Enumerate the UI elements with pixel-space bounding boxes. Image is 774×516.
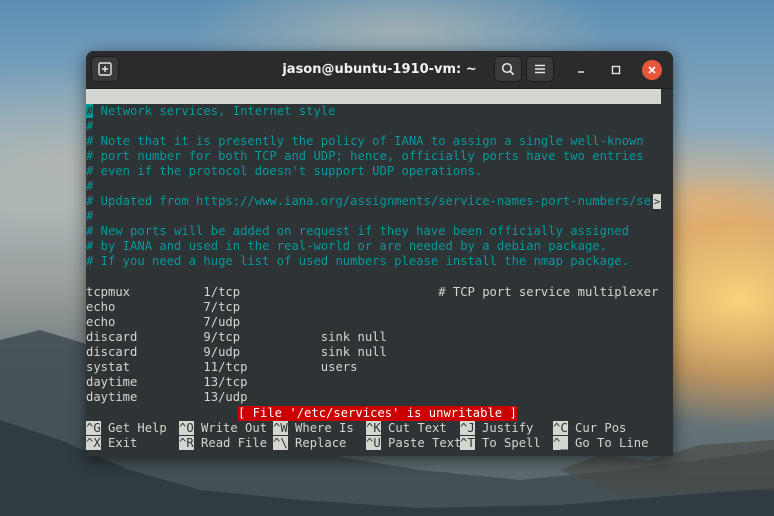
shortcut-cut-text[interactable]: ^K Cut Text bbox=[366, 421, 447, 436]
service-line: daytime 13/udp bbox=[86, 390, 248, 404]
minimize-icon bbox=[578, 71, 584, 73]
comment-line: # If you need a huge list of used number… bbox=[86, 254, 629, 268]
maximize-icon bbox=[611, 65, 621, 75]
comment-line: # bbox=[86, 209, 94, 223]
comment-line: # New ports will be added on request if … bbox=[86, 224, 629, 238]
search-button[interactable] bbox=[494, 56, 522, 82]
shortcut-where-is[interactable]: ^W Where Is bbox=[273, 421, 354, 436]
service-line: discard 9/tcp sink null bbox=[86, 330, 387, 344]
service-line: systat 11/tcp users bbox=[86, 360, 358, 374]
shortcut-read-file[interactable]: ^R Read File bbox=[179, 436, 267, 451]
line-overflow-marker: > bbox=[653, 194, 661, 209]
comment-line: # even if the protocol doesn't support U… bbox=[86, 164, 483, 178]
hamburger-icon bbox=[535, 64, 545, 74]
shortcut-go-to-line[interactable]: ^_ Go To Line bbox=[553, 436, 648, 451]
nano-filename: /etc/services bbox=[338, 119, 434, 133]
comment-line: # bbox=[86, 179, 94, 193]
comment-line: # Network services, Internet style bbox=[86, 104, 336, 118]
shortcut-exit[interactable]: ^X Exit bbox=[86, 436, 137, 451]
nano-header: GNU nano 4.3 /etc/services bbox=[86, 89, 661, 133]
comment-line: # Note that it is presently the policy o… bbox=[86, 134, 644, 148]
search-icon bbox=[501, 62, 515, 76]
shortcut-cur-pos[interactable]: ^C Cur Pos bbox=[553, 421, 626, 436]
shortcut-write-out[interactable]: ^O Write Out bbox=[179, 421, 267, 436]
shortcut-get-help[interactable]: ^G Get Help bbox=[86, 421, 167, 436]
minimize-button[interactable] bbox=[571, 60, 591, 80]
close-button[interactable] bbox=[642, 60, 662, 80]
comment-line: # Updated from https://www.iana.org/assi… bbox=[86, 194, 653, 208]
terminal-window: jason@ubuntu-1910-vm: ~ GNU nano 4.3 /et… bbox=[86, 51, 673, 456]
service-line: echo 7/tcp bbox=[86, 300, 241, 314]
service-line: echo 7/udp bbox=[86, 315, 241, 329]
close-icon bbox=[648, 66, 656, 74]
service-line: discard 9/udp sink null bbox=[86, 345, 387, 359]
comment-line: # port number for both TCP and UDP; henc… bbox=[86, 149, 644, 163]
status-message: [ File '/etc/services' is unwritable ] bbox=[238, 406, 517, 421]
comment-line: # by IANA and used in the real-world or … bbox=[86, 239, 607, 253]
shortcut-justify[interactable]: ^J Justify bbox=[460, 421, 533, 436]
terminal-content[interactable]: GNU nano 4.3 /etc/services # Network ser… bbox=[86, 89, 673, 456]
menu-button[interactable] bbox=[526, 56, 554, 82]
shortcut-replace[interactable]: ^\ Replace bbox=[273, 436, 346, 451]
shortcut-to-spell[interactable]: ^T To Spell bbox=[460, 436, 541, 451]
maximize-button[interactable] bbox=[606, 60, 626, 80]
title-bar: jason@ubuntu-1910-vm: ~ bbox=[86, 51, 673, 89]
comment-line: # bbox=[86, 119, 94, 133]
service-line: tcpmux 1/tcp # TCP port service multiple… bbox=[86, 285, 659, 299]
service-line: daytime 13/tcp bbox=[86, 375, 248, 389]
shortcut-paste-text[interactable]: ^U Paste Text bbox=[366, 436, 461, 451]
